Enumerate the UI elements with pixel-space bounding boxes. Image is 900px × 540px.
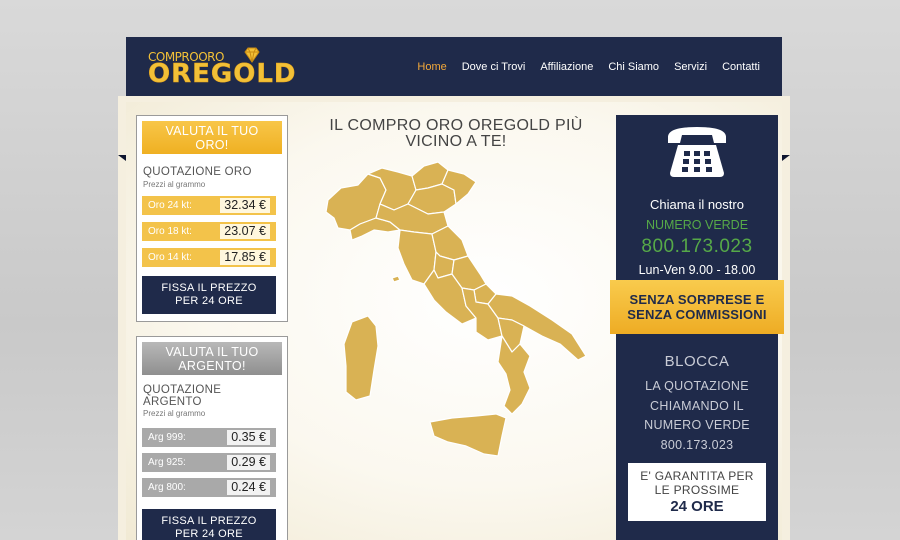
content-area: VALUTA IL TUO ORO! QUOTAZIONE ORO Prezzi… — [126, 102, 784, 540]
header-fold-right — [782, 155, 790, 161]
silver-head-line1: VALUTA IL TUO — [165, 345, 259, 359]
main-content: VALUTA IL TUO ORO! QUOTAZIONE ORO Prezzi… — [118, 96, 790, 540]
price-value: 23.07 € — [220, 224, 270, 239]
map-region-sicily — [429, 413, 507, 457]
silver-quote-title: QUOTAZIONE ARGENTO — [143, 384, 221, 408]
silver-head-line2: ARGENTO! — [178, 359, 246, 373]
blocca-line: NUMERO VERDE — [644, 418, 750, 432]
silver-panel-header[interactable]: VALUTA IL TUO ARGENTO! — [142, 342, 282, 375]
guarantee-line2: LE PROSSIME — [654, 483, 740, 497]
price-value: 0.24 € — [227, 480, 270, 495]
silver-quote-subtitle: Prezzi al grammo — [143, 409, 206, 418]
silver-price-row-925: Arg 925: 0.29 € — [142, 453, 276, 472]
title-line1: IL COMPRO ORO OREGOLD PIÙ — [329, 117, 583, 134]
call-text: Chiama il nostro — [650, 197, 744, 212]
ribbon-line1: SENZA SORPRESE E — [629, 292, 765, 307]
main-nav: Home Dove ci Trovi Affiliazione Chi Siam… — [417, 61, 760, 73]
price-label: Arg 800: — [148, 482, 186, 493]
guarantee-line1: E' GARANTITA PER — [640, 469, 754, 483]
logo-main-text: OREGOLD — [148, 59, 297, 90]
guarantee-box: E' GARANTITA PER LE PROSSIME 24 ORE — [628, 463, 766, 521]
title-line2: VICINO A TE! — [405, 133, 507, 150]
button-line2: PER 24 ORE — [175, 295, 243, 307]
button-line2: PER 24 ORE — [175, 528, 243, 540]
blocca-line: LA QUOTAZIONE — [645, 379, 749, 393]
gold-price-row-18kt: Oro 18 kt: 23.07 € — [142, 222, 276, 241]
button-line1: FISSA IL PREZZO — [161, 282, 257, 294]
price-label: Oro 14 kt: — [148, 252, 192, 263]
nav-servizi[interactable]: Servizi — [674, 61, 707, 73]
blocca-text: LA QUOTAZIONE CHIAMANDO IL NUMERO VERDE … — [616, 377, 778, 455]
nav-affiliazione[interactable]: Affiliazione — [540, 61, 593, 73]
phone-number-link[interactable]: 800.173.023 — [616, 236, 778, 258]
nav-home[interactable]: Home — [417, 61, 446, 73]
button-line1: FISSA IL PREZZO — [161, 515, 257, 527]
gold-price-row-14kt: Oro 14 kt: 17.85 € — [142, 248, 276, 267]
silver-title-line1: QUOTAZIONE — [143, 384, 222, 396]
no-surprises-banner: SENZA SORPRESE E SENZA COMMISSIONI — [610, 280, 784, 334]
oregold-logo[interactable]: COMPROORO OREGOLD — [148, 47, 318, 90]
blocca-line: 800.173.023 — [660, 437, 734, 452]
price-value: 32.34 € — [220, 198, 270, 213]
page-title: IL COMPRO ORO OREGOLD PIÙ VICINO A TE! — [306, 118, 606, 150]
gold-quote-title: QUOTAZIONE ORO — [143, 166, 252, 178]
page: COMPROORO OREGOLD Home Dove ci Trovi Aff… — [118, 37, 790, 540]
price-label: Oro 18 kt: — [148, 226, 192, 237]
numero-verde-label: NUMERO VERDE — [645, 218, 749, 232]
silver-price-row-999: Arg 999: 0.35 € — [142, 428, 276, 447]
gold-head-line2: ORO! — [195, 138, 229, 152]
site-header: COMPROORO OREGOLD Home Dove ci Trovi Aff… — [126, 37, 782, 96]
gold-price-row-24kt: Oro 24 kt: 32.34 € — [142, 196, 276, 215]
blocca-line: CHIAMANDO IL — [650, 398, 744, 413]
blocca-title: BLOCCA — [664, 353, 730, 370]
map-region-elba — [391, 275, 401, 283]
nav-contatti[interactable]: Contatti — [722, 61, 760, 73]
nav-chi-siamo[interactable]: Chi Siamo — [608, 61, 659, 73]
silver-quote-panel: VALUTA IL TUO ARGENTO! QUOTAZIONE ARGENT… — [136, 336, 288, 540]
price-label: Arg 999: — [148, 432, 186, 443]
silver-title-line2: ARGENTO — [143, 396, 202, 408]
italy-map[interactable] — [316, 160, 606, 460]
silver-fix-price-button[interactable]: FISSA IL PREZZO PER 24 ORE — [142, 509, 276, 540]
nav-dove-ci-trovi[interactable]: Dove ci Trovi — [462, 61, 526, 73]
telephone-icon — [668, 127, 726, 177]
gold-head-line1: VALUTA IL TUO — [165, 124, 259, 138]
header-fold-left — [118, 155, 126, 161]
gold-panel-header[interactable]: VALUTA IL TUO ORO! — [142, 121, 282, 154]
price-value: 0.35 € — [227, 430, 270, 445]
gold-quote-subtitle: Prezzi al grammo — [143, 180, 206, 189]
gold-fix-price-button[interactable]: FISSA IL PREZZO PER 24 ORE — [142, 276, 276, 314]
silver-price-row-800: Arg 800: 0.24 € — [142, 478, 276, 497]
price-value: 0.29 € — [227, 455, 270, 470]
price-label: Oro 24 kt: — [148, 200, 192, 211]
guarantee-line3: 24 ORE — [670, 498, 724, 515]
ribbon-line2: SENZA COMMISSIONI — [627, 307, 767, 322]
map-region-sardinia — [343, 315, 379, 401]
price-label: Arg 925: — [148, 457, 186, 468]
gold-quote-panel: VALUTA IL TUO ORO! QUOTAZIONE ORO Prezzi… — [136, 115, 288, 322]
opening-hours: Lun-Ven 9.00 - 18.00 — [638, 263, 756, 277]
price-value: 17.85 € — [220, 250, 270, 265]
